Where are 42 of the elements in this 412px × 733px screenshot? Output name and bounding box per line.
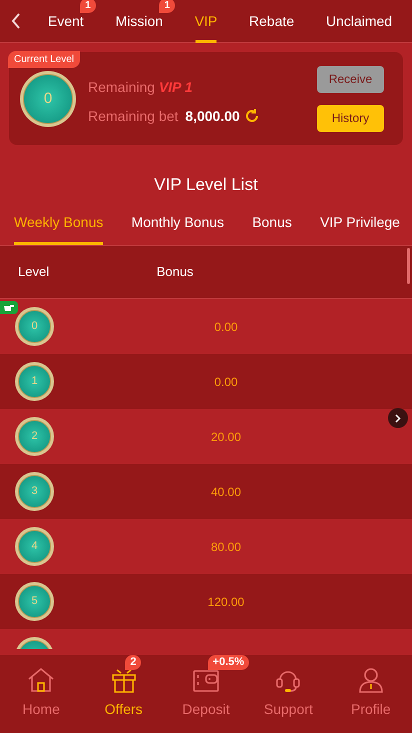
nav-tab[interactable]: Rebate (249, 0, 294, 42)
history-button[interactable]: History (317, 104, 384, 132)
medal-number: 0 (44, 91, 52, 106)
bonus-tab[interactable]: Bonus (252, 212, 292, 245)
medal-number: 4 (31, 541, 38, 552)
person-icon (358, 667, 384, 693)
medal-number: 3 (31, 486, 38, 497)
column-header: Bonus (156, 263, 194, 282)
notification-badge: 2 (125, 655, 142, 670)
scrollbar[interactable] (407, 248, 410, 284)
column-header: Level (17, 263, 50, 282)
nav-tab[interactable]: VIP (194, 0, 218, 42)
refresh-icon[interactable] (244, 108, 260, 124)
medal-number: 0 (31, 321, 38, 332)
bonus-amount: 0.00 (213, 374, 239, 390)
remaining-bet-value: 8,000.00 (185, 106, 240, 126)
bonus-tab[interactable]: Weekly Bonus (14, 212, 104, 245)
nav-item[interactable]: Deposit +0.5% (164, 655, 248, 733)
wallet-icon (193, 669, 220, 693)
home-icon (27, 667, 56, 693)
medal-number: 5 (31, 596, 38, 607)
gift-icon (110, 667, 137, 693)
remaining-text: Remaining VIP 1 (88, 78, 194, 97)
bonus-amount: 0.00 (213, 318, 239, 336)
current-level-tag: Current Level (8, 51, 80, 68)
bonus-amount: 40.00 (210, 484, 242, 500)
nav-item[interactable]: Offers 2 (82, 655, 165, 733)
bonus-amount: 80.00 (210, 538, 242, 556)
notification-badge: 1 (80, 0, 96, 12)
notification-badge: +0.5% (208, 655, 250, 670)
remaining-bet-label: Remaining bet (88, 106, 178, 126)
list-title: VIP Level List (153, 174, 259, 196)
medal-number: 2 (31, 431, 38, 442)
back-icon (11, 13, 21, 29)
chevron-right-icon (395, 414, 401, 422)
notification-badge: 1 (159, 0, 175, 12)
bonus-tab[interactable]: Monthly Bonus (131, 212, 224, 245)
medal-number: 1 (31, 376, 38, 387)
bonus-amount: 120.00 (206, 594, 246, 610)
bonus-amount: 20.00 (210, 428, 242, 446)
nav-tab[interactable]: Unclaimed (326, 0, 392, 42)
bonus-tab[interactable]: VIP Privilege (320, 212, 400, 245)
